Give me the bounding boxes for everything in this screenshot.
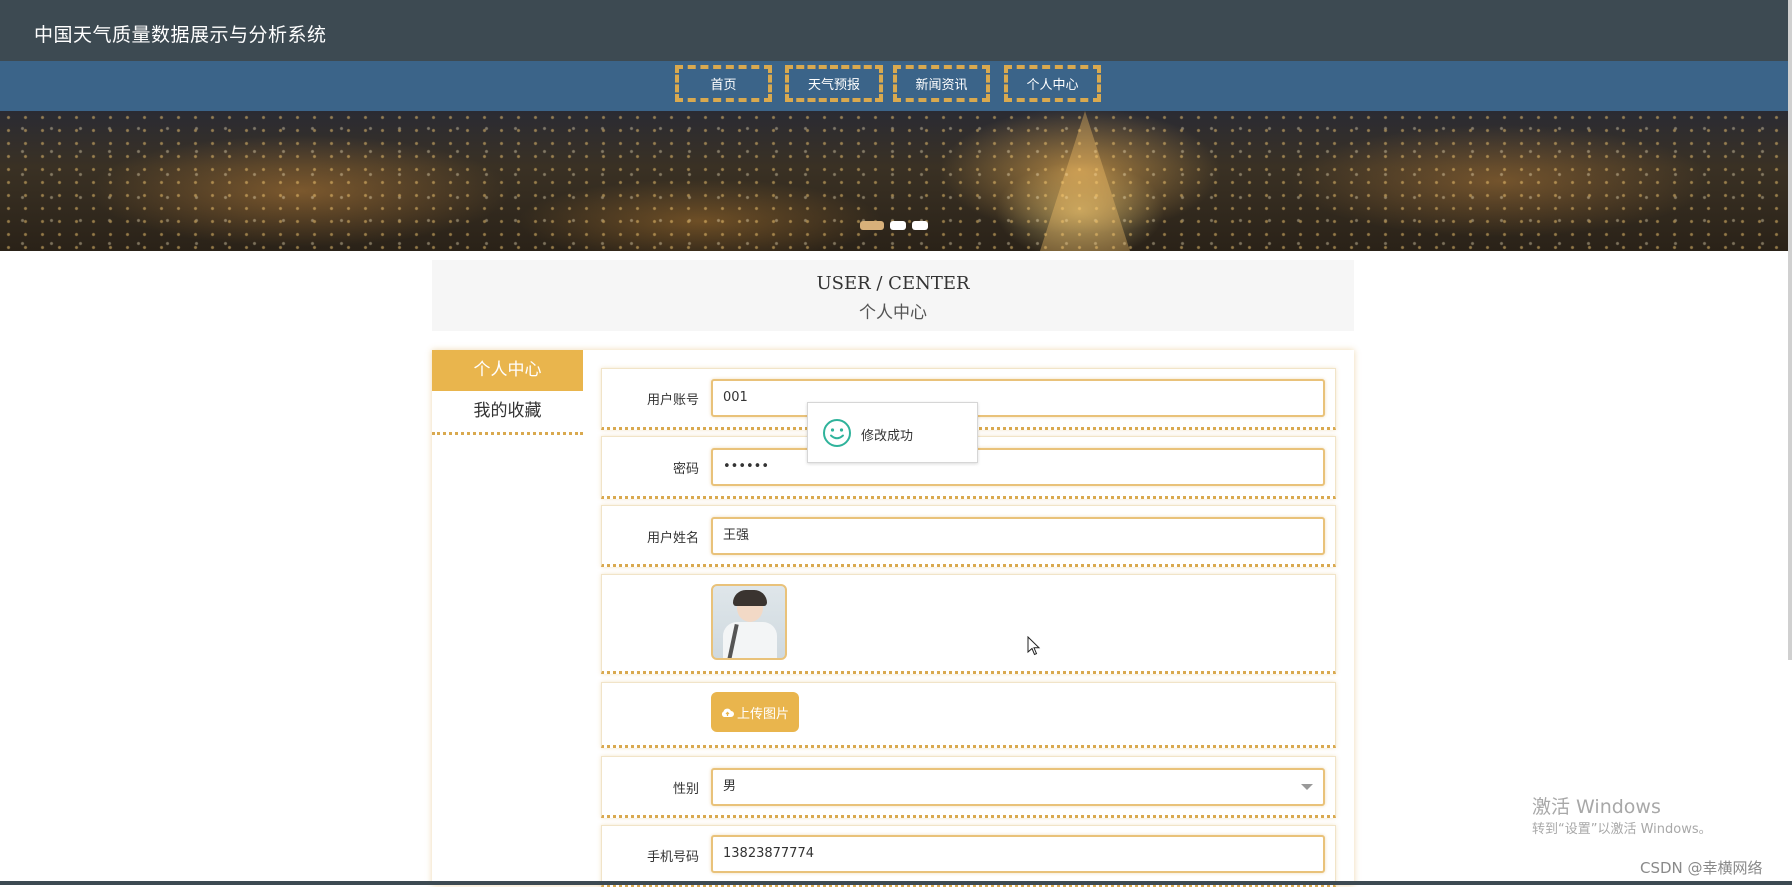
password-label: 密码: [672, 462, 699, 477]
form-row-upload: 上传图片: [601, 682, 1336, 748]
nav-item-home[interactable]: 首页: [675, 65, 772, 102]
form-row-avatar: [601, 574, 1336, 674]
chevron-down-icon: [1301, 784, 1313, 790]
form-row-phone: 手机号码 13823877774: [601, 825, 1336, 887]
page-title-block: USER / CENTER 个人中心: [432, 260, 1354, 331]
carousel-dot-3[interactable]: [912, 221, 928, 230]
name-input[interactable]: 王强: [711, 517, 1325, 555]
account-input[interactable]: 001: [711, 379, 1325, 417]
smile-icon: [823, 419, 851, 447]
sidebar-item-user-center[interactable]: 个人中心: [432, 350, 583, 391]
upload-image-label: 上传图片: [736, 706, 789, 722]
main-nav: 首页 天气预报 新闻资讯 个人中心: [0, 61, 1792, 111]
gender-select[interactable]: 男: [711, 768, 1325, 806]
phone-label: 手机号码: [646, 850, 699, 865]
form-row-gender: 性别 男: [601, 756, 1336, 818]
avatar-hair-shape: [733, 590, 767, 606]
windows-activation-subtitle: 转到“设置”以激活 Windows。: [1532, 822, 1712, 837]
nav-item-weather-forecast[interactable]: 天气预报: [785, 65, 883, 102]
city-lights-image: [0, 111, 1788, 251]
cloud-upload-icon: [721, 708, 734, 717]
success-toast: 修改成功: [807, 402, 978, 463]
banner-carousel: [0, 111, 1788, 251]
gender-selected-value: 男: [723, 779, 737, 794]
nav-item-user-center[interactable]: 个人中心: [1004, 65, 1101, 102]
form-row-name: 用户姓名 王强: [601, 505, 1336, 567]
toast-message: 修改成功: [861, 429, 914, 444]
sidebar: 个人中心 我的收藏: [432, 350, 583, 435]
phone-input[interactable]: 13823877774: [711, 835, 1325, 873]
account-label: 用户账号: [646, 393, 699, 408]
windows-activation-title: 激活 Windows: [1532, 796, 1661, 818]
bottom-edge: [0, 881, 1792, 885]
eiffel-tower-image: [1040, 111, 1130, 251]
top-header: 中国天气质量数据展示与分析系统: [0, 0, 1792, 61]
page-title-en: USER / CENTER: [816, 273, 970, 294]
gender-label: 性别: [672, 782, 699, 797]
sidebar-item-favorites[interactable]: 我的收藏: [432, 391, 583, 435]
name-label: 用户姓名: [646, 531, 699, 546]
avatar[interactable]: [711, 584, 787, 660]
carousel-dot-1[interactable]: [860, 221, 884, 230]
carousel-dot-2[interactable]: [890, 221, 906, 230]
site-title: 中国天气质量数据展示与分析系统: [34, 24, 327, 46]
carousel-indicators: [860, 221, 928, 230]
csdn-watermark: CSDN @幸横网络: [1640, 859, 1763, 877]
password-input[interactable]: ••••••: [711, 448, 1325, 486]
upload-image-button[interactable]: 上传图片: [711, 692, 799, 732]
mouse-cursor-icon: [1027, 636, 1041, 656]
page-scrollbar[interactable]: [1788, 0, 1792, 660]
page-title-cn: 个人中心: [859, 303, 927, 323]
nav-item-news[interactable]: 新闻资讯: [893, 65, 990, 102]
